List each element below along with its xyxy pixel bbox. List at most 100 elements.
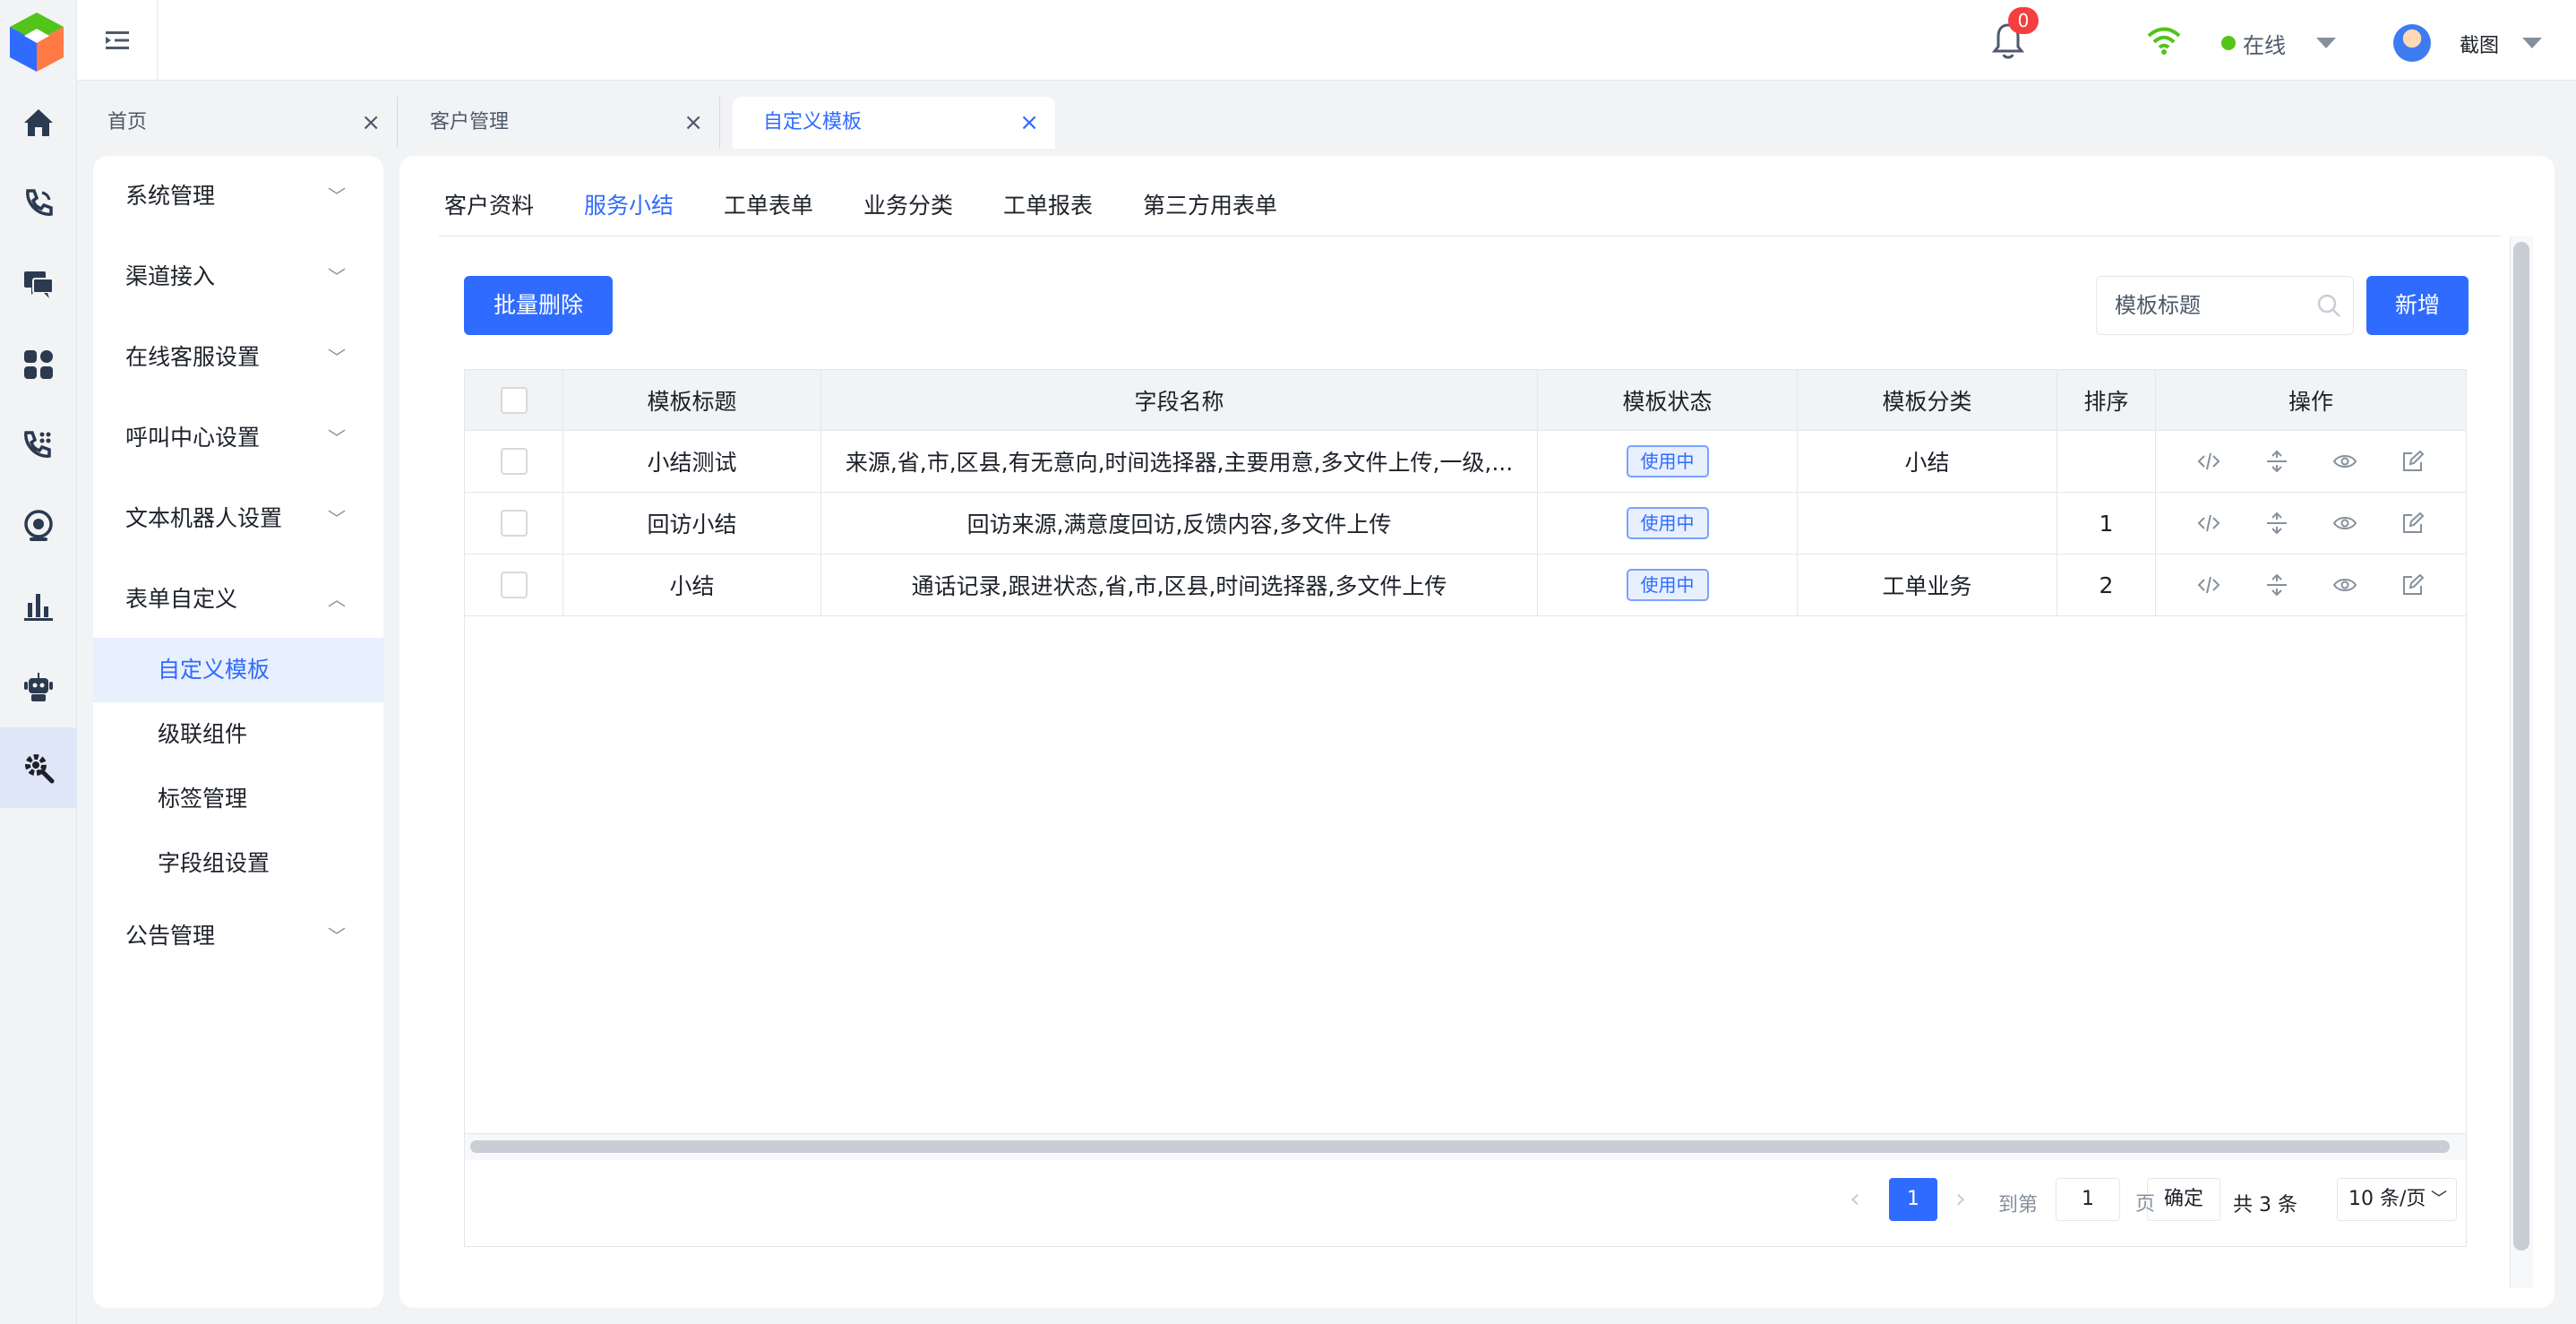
avatar[interactable] — [2393, 24, 2431, 62]
tab-third-party-form[interactable]: 第三方用表单 — [1143, 188, 1277, 220]
table-header: 模板标题 字段名称 模板状态 模板分类 排序 操作 — [465, 370, 2466, 431]
tab-ticket-report[interactable]: 工单报表 — [1003, 188, 1093, 220]
menu-group-system[interactable]: 系统管理 ﹀ — [93, 156, 383, 236]
prev-page-icon[interactable]: ‹ — [1850, 1183, 1860, 1215]
wifi-icon — [2147, 27, 2181, 55]
goto-page-input[interactable]: 1 — [2056, 1178, 2120, 1221]
online-status-text[interactable]: 在线 — [2243, 28, 2286, 59]
status-badge: 使用中 — [1626, 507, 1709, 539]
icon-rail — [0, 0, 77, 1324]
horizontal-scrollbar[interactable] — [470, 1140, 2450, 1153]
row-checkbox[interactable] — [500, 448, 528, 475]
cell-category: 工单业务 — [1798, 555, 2057, 615]
nav-chat[interactable] — [0, 244, 77, 324]
menu-item-tag-management[interactable]: 标签管理 — [93, 767, 383, 831]
search-icon[interactable] — [2316, 293, 2341, 318]
cell-title: 小结 — [563, 555, 821, 615]
cell-status: 使用中 — [1538, 493, 1798, 554]
row-select-cell — [465, 555, 563, 615]
preview-button[interactable] — [2311, 512, 2379, 535]
row-checkbox[interactable] — [500, 572, 528, 598]
cell-status: 使用中 — [1538, 431, 1798, 492]
page-tab-label: 客户管理 — [430, 111, 510, 133]
chevron-up-icon: ︿ — [328, 589, 346, 610]
cell-category — [1798, 493, 2057, 554]
preview-button[interactable] — [2311, 573, 2379, 597]
page-size-value: 10 条/页 — [2348, 1188, 2426, 1210]
menu-group-online-service[interactable]: 在线客服设置 ﹀ — [93, 317, 383, 398]
main-panel: 客户资料 服务小结 工单表单 业务分类 工单报表 第三方用表单 批量删除 模板标… — [399, 156, 2555, 1308]
close-icon[interactable]: × — [361, 97, 381, 149]
close-icon[interactable]: × — [1019, 97, 1039, 149]
sort-button[interactable] — [2243, 573, 2311, 597]
collapse-menu-button[interactable] — [77, 0, 158, 81]
user-dropdown-caret-icon[interactable] — [2522, 38, 2542, 48]
page-tab-home[interactable]: 首页 × — [77, 97, 398, 149]
page-size-select[interactable]: 10 条/页 ﹀ — [2337, 1178, 2457, 1221]
select-all-checkbox[interactable] — [500, 386, 528, 414]
dialpad-phone-icon — [24, 431, 51, 458]
settings-gear-icon — [25, 754, 55, 784]
menu-item-cascade-component[interactable]: 级联组件 — [93, 702, 383, 767]
edit-icon — [2403, 450, 2425, 471]
tab-business-category[interactable]: 业务分类 — [863, 188, 953, 220]
tab-customer-profile[interactable]: 客户资料 — [444, 188, 534, 220]
cell-fields: 回访来源,满意度回访,反馈内容,多文件上传 — [821, 493, 1538, 554]
menu-group-announcement[interactable]: 公告管理 ﹀ — [93, 896, 383, 976]
close-icon[interactable]: × — [683, 97, 703, 149]
code-button[interactable] — [2175, 573, 2243, 597]
column-header: 排序 — [2057, 370, 2156, 430]
total-count: 共 3 条 — [2233, 1194, 2297, 1217]
menu-group-form-custom[interactable]: 表单自定义 ︿ — [93, 559, 383, 640]
menu-group-text-robot[interactable]: 文本机器人设置 ﹀ — [93, 478, 383, 559]
column-header: 字段名称 — [821, 370, 1538, 430]
tab-service-summary[interactable]: 服务小结 — [584, 188, 674, 220]
next-page-icon[interactable]: › — [1955, 1183, 1966, 1215]
menu-group-label: 渠道接入 — [125, 263, 216, 289]
tab-ticket-form[interactable]: 工单表单 — [724, 188, 813, 220]
batch-delete-button[interactable]: 批量删除 — [464, 276, 613, 335]
page-tab-customer-management[interactable]: 客户管理 × — [399, 97, 720, 149]
cell-fields: 来源,省,市,区县,有无意向,时间选择器,主要用意,多文件上传,一级,... — [821, 431, 1538, 492]
code-button[interactable] — [2175, 450, 2243, 473]
robot-icon — [24, 673, 53, 701]
chevron-down-icon: ﹀ — [328, 266, 346, 288]
menu-item-custom-template[interactable]: 自定义模板 — [93, 638, 383, 702]
status-dropdown-caret-icon[interactable] — [2316, 38, 2336, 48]
nav-apps[interactable] — [0, 324, 77, 405]
edit-button[interactable] — [2379, 512, 2447, 535]
code-button[interactable] — [2175, 512, 2243, 535]
chevron-down-icon: ﹀ — [328, 427, 346, 449]
table-row: 小结 通话记录,跟进状态,省,市,区县,时间选择器,多文件上传 使用中 工单业务… — [465, 555, 2466, 616]
app-logo-icon — [10, 13, 64, 72]
page-tab-custom-template[interactable]: 自定义模板 × — [733, 97, 1055, 149]
apps-grid-icon — [24, 350, 53, 379]
edit-button[interactable] — [2379, 573, 2447, 597]
chat-icon — [24, 271, 54, 298]
add-template-button[interactable]: 新增 — [2366, 276, 2469, 335]
nav-home[interactable] — [0, 82, 77, 163]
nav-call[interactable] — [0, 163, 77, 244]
sort-button[interactable] — [2243, 450, 2311, 473]
menu-group-call-center[interactable]: 呼叫中心设置 ﹀ — [93, 398, 383, 478]
nav-robot[interactable] — [0, 647, 77, 727]
menu-group-channel[interactable]: 渠道接入 ﹀ — [93, 236, 383, 317]
cell-order: 1 — [2057, 493, 2156, 554]
search-input[interactable]: 模板标题 — [2096, 276, 2354, 335]
nav-reports[interactable] — [0, 566, 77, 647]
username[interactable]: 截图 — [2460, 30, 2499, 58]
menu-item-field-group[interactable]: 字段组设置 — [93, 831, 383, 896]
current-page-button[interactable]: 1 — [1889, 1178, 1937, 1221]
goto-confirm-button[interactable]: 确定 — [2147, 1178, 2220, 1221]
nav-monitor[interactable] — [0, 486, 77, 566]
column-header: 模板状态 — [1538, 370, 1798, 430]
preview-button[interactable] — [2311, 450, 2379, 473]
vertical-scrollbar[interactable] — [2513, 242, 2529, 1251]
row-checkbox[interactable] — [500, 510, 528, 537]
code-icon — [2197, 576, 2220, 594]
nav-call-center[interactable] — [0, 405, 77, 486]
sort-button[interactable] — [2243, 512, 2311, 535]
edit-button[interactable] — [2379, 450, 2447, 473]
cell-title: 回访小结 — [563, 493, 821, 554]
nav-settings[interactable] — [0, 727, 77, 808]
